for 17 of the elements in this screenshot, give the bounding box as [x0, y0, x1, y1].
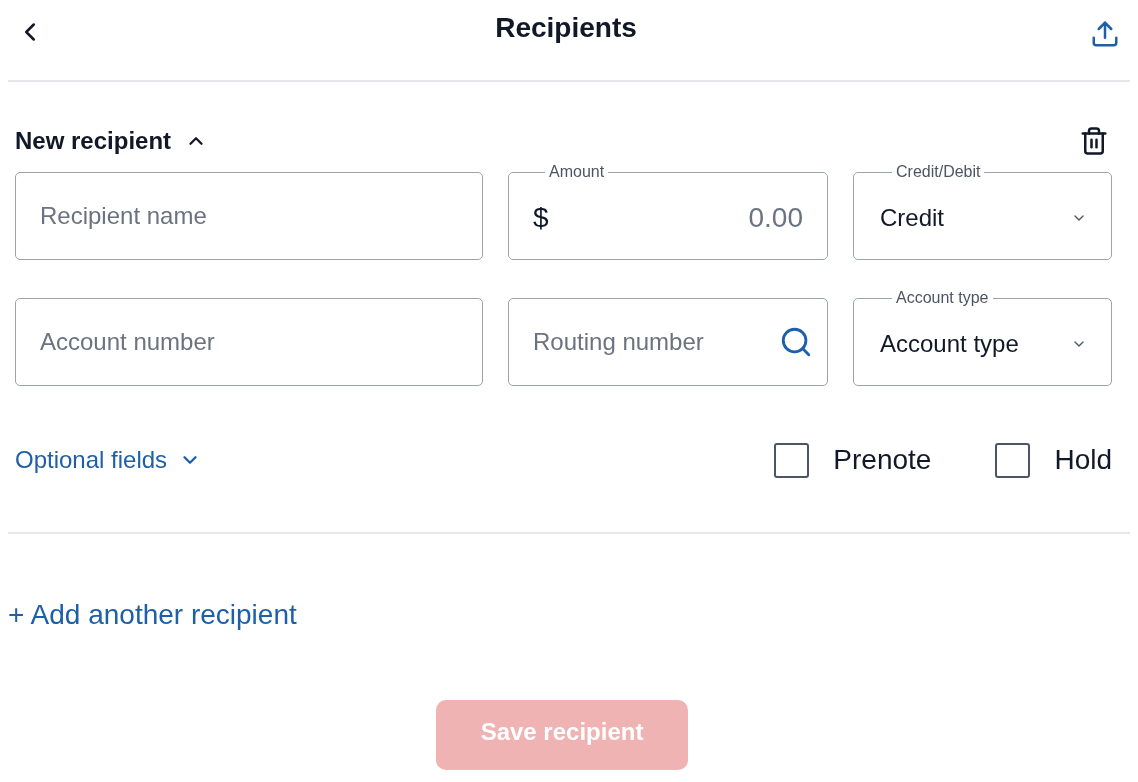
checkbox[interactable]	[995, 442, 1031, 478]
upload-icon	[1090, 19, 1120, 49]
text-field[interactable]: Recipient name	[15, 172, 483, 260]
optional-fields-link[interactable]: Optional fields	[15, 442, 202, 478]
search-icon	[779, 325, 813, 359]
search-field[interactable]: Routing number	[508, 298, 828, 386]
text-field[interactable]: Account number	[15, 298, 483, 386]
add-recipient-link[interactable]: + Add another recipient	[8, 594, 297, 636]
checkbox-label: Prenote	[833, 443, 932, 477]
amount-input[interactable]: 0.00	[556, 197, 803, 239]
section-toggle[interactable]: New recipient	[15, 123, 208, 159]
checkbox-label: Hold	[1054, 443, 1112, 477]
routing-number-input[interactable]: Routing number	[533, 324, 771, 360]
page-title: Recipients	[495, 12, 637, 44]
checkbox[interactable]	[774, 442, 810, 478]
currency-symbol: $	[533, 201, 549, 235]
trash-icon	[1079, 125, 1109, 157]
